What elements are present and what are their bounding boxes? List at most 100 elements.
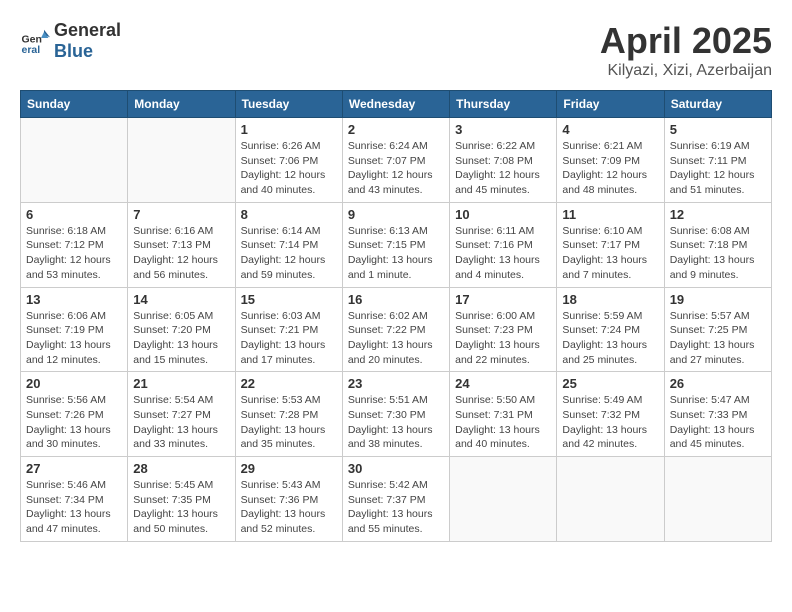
weekday-header-saturday: Saturday: [664, 91, 771, 118]
day-info: Sunrise: 5:42 AMSunset: 7:37 PMDaylight:…: [348, 478, 444, 537]
day-info: Sunrise: 6:18 AMSunset: 7:12 PMDaylight:…: [26, 224, 122, 283]
day-info: Sunrise: 6:11 AMSunset: 7:16 PMDaylight:…: [455, 224, 551, 283]
day-number: 12: [670, 207, 766, 222]
day-info: Sunrise: 6:13 AMSunset: 7:15 PMDaylight:…: [348, 224, 444, 283]
weekday-header-thursday: Thursday: [450, 91, 557, 118]
logo-text: General Blue: [54, 20, 121, 62]
day-info: Sunrise: 5:50 AMSunset: 7:31 PMDaylight:…: [455, 393, 551, 452]
day-info: Sunrise: 5:59 AMSunset: 7:24 PMDaylight:…: [562, 309, 658, 368]
day-info: Sunrise: 6:21 AMSunset: 7:09 PMDaylight:…: [562, 139, 658, 198]
calendar-cell: 7 Sunrise: 6:16 AMSunset: 7:13 PMDaylight…: [128, 202, 235, 287]
day-info: Sunrise: 6:22 AMSunset: 7:08 PMDaylight:…: [455, 139, 551, 198]
day-info: Sunrise: 5:46 AMSunset: 7:34 PMDaylight:…: [26, 478, 122, 537]
calendar-cell: 17 Sunrise: 6:00 AMSunset: 7:23 PMDayligh…: [450, 287, 557, 372]
day-number: 25: [562, 376, 658, 391]
day-info: Sunrise: 6:02 AMSunset: 7:22 PMDaylight:…: [348, 309, 444, 368]
day-number: 15: [241, 292, 337, 307]
calendar-cell: 13Sunrise: 6:06 AMSunset: 7:19 PMDayligh…: [21, 287, 128, 372]
weekday-header-monday: Monday: [128, 91, 235, 118]
calendar-cell: 3 Sunrise: 6:22 AMSunset: 7:08 PMDaylight…: [450, 118, 557, 203]
logo-blue: Blue: [54, 41, 93, 61]
calendar-cell: 19 Sunrise: 5:57 AMSunset: 7:25 PMDayligh…: [664, 287, 771, 372]
day-info: Sunrise: 6:14 AMSunset: 7:14 PMDaylight:…: [241, 224, 337, 283]
calendar-cell: 23Sunrise: 5:51 AMSunset: 7:30 PMDayligh…: [342, 372, 449, 457]
calendar-cell: 8 Sunrise: 6:14 AMSunset: 7:14 PMDaylight…: [235, 202, 342, 287]
day-info: Sunrise: 6:24 AMSunset: 7:07 PMDaylight:…: [348, 139, 444, 198]
calendar-cell: 30 Sunrise: 5:42 AMSunset: 7:37 PMDayligh…: [342, 457, 449, 542]
day-info: Sunrise: 6:16 AMSunset: 7:13 PMDaylight:…: [133, 224, 229, 283]
day-number: 2: [348, 122, 444, 137]
day-number: 14: [133, 292, 229, 307]
title-area: April 2025 Kilyazi, Xizi, Azerbaijan: [600, 20, 772, 80]
day-info: Sunrise: 5:47 AMSunset: 7:33 PMDaylight:…: [670, 393, 766, 452]
day-number: 1: [241, 122, 337, 137]
day-info: Sunrise: 5:56 AMSunset: 7:26 PMDaylight:…: [26, 393, 122, 452]
calendar-cell: 1 Sunrise: 6:26 AMSunset: 7:06 PMDaylight…: [235, 118, 342, 203]
day-number: 26: [670, 376, 766, 391]
logo-icon: Gen eral: [20, 26, 50, 56]
day-info: Sunrise: 6:06 AMSunset: 7:19 PMDaylight:…: [26, 309, 122, 368]
calendar-cell: 5Sunrise: 6:19 AMSunset: 7:11 PMDaylight…: [664, 118, 771, 203]
location-title: Kilyazi, Xizi, Azerbaijan: [600, 62, 772, 80]
calendar-cell: 10Sunrise: 6:11 AMSunset: 7:16 PMDayligh…: [450, 202, 557, 287]
calendar-cell: 21Sunrise: 5:54 AMSunset: 7:27 PMDayligh…: [128, 372, 235, 457]
day-number: 5: [670, 122, 766, 137]
day-info: Sunrise: 5:53 AMSunset: 7:28 PMDaylight:…: [241, 393, 337, 452]
day-number: 30: [348, 461, 444, 476]
day-number: 8: [241, 207, 337, 222]
calendar-cell: 14Sunrise: 6:05 AMSunset: 7:20 PMDayligh…: [128, 287, 235, 372]
svg-text:eral: eral: [22, 44, 41, 56]
day-info: Sunrise: 6:00 AMSunset: 7:23 PMDaylight:…: [455, 309, 551, 368]
calendar-cell: 22 Sunrise: 5:53 AMSunset: 7:28 PMDayligh…: [235, 372, 342, 457]
day-number: 29: [241, 461, 337, 476]
weekday-header-row: SundayMondayTuesdayWednesdayThursdayFrid…: [21, 91, 772, 118]
calendar-cell: [557, 457, 664, 542]
day-info: Sunrise: 5:57 AMSunset: 7:25 PMDaylight:…: [670, 309, 766, 368]
day-number: 7: [133, 207, 229, 222]
day-number: 4: [562, 122, 658, 137]
day-number: 27: [26, 461, 122, 476]
day-number: 24: [455, 376, 551, 391]
calendar-cell: [664, 457, 771, 542]
calendar-cell: 25Sunrise: 5:49 AMSunset: 7:32 PMDayligh…: [557, 372, 664, 457]
calendar-cell: 24 Sunrise: 5:50 AMSunset: 7:31 PMDayligh…: [450, 372, 557, 457]
calendar-cell: 12Sunrise: 6:08 AMSunset: 7:18 PMDayligh…: [664, 202, 771, 287]
logo: Gen eral General Blue: [20, 20, 121, 62]
day-number: 3: [455, 122, 551, 137]
calendar-week-row: 13Sunrise: 6:06 AMSunset: 7:19 PMDayligh…: [21, 287, 772, 372]
day-number: 19: [670, 292, 766, 307]
calendar-cell: 4 Sunrise: 6:21 AMSunset: 7:09 PMDaylight…: [557, 118, 664, 203]
page-header: Gen eral General Blue April 2025 Kilyazi…: [20, 20, 772, 80]
calendar-cell: 16 Sunrise: 6:02 AMSunset: 7:22 PMDayligh…: [342, 287, 449, 372]
calendar-week-row: 20Sunrise: 5:56 AMSunset: 7:26 PMDayligh…: [21, 372, 772, 457]
weekday-header-tuesday: Tuesday: [235, 91, 342, 118]
day-number: 16: [348, 292, 444, 307]
calendar-cell: 2 Sunrise: 6:24 AMSunset: 7:07 PMDaylight…: [342, 118, 449, 203]
calendar-week-row: 6 Sunrise: 6:18 AMSunset: 7:12 PMDaylight…: [21, 202, 772, 287]
calendar-cell: 27 Sunrise: 5:46 AMSunset: 7:34 PMDayligh…: [21, 457, 128, 542]
day-number: 23: [348, 376, 444, 391]
day-info: Sunrise: 6:03 AMSunset: 7:21 PMDaylight:…: [241, 309, 337, 368]
day-number: 28: [133, 461, 229, 476]
calendar-cell: [128, 118, 235, 203]
calendar-table: SundayMondayTuesdayWednesdayThursdayFrid…: [20, 90, 772, 542]
day-info: Sunrise: 5:54 AMSunset: 7:27 PMDaylight:…: [133, 393, 229, 452]
day-number: 17: [455, 292, 551, 307]
calendar-cell: [21, 118, 128, 203]
day-number: 6: [26, 207, 122, 222]
calendar-week-row: 1 Sunrise: 6:26 AMSunset: 7:06 PMDaylight…: [21, 118, 772, 203]
calendar-cell: [450, 457, 557, 542]
day-info: Sunrise: 6:26 AMSunset: 7:06 PMDaylight:…: [241, 139, 337, 198]
calendar-cell: 28 Sunrise: 5:45 AMSunset: 7:35 PMDayligh…: [128, 457, 235, 542]
day-number: 22: [241, 376, 337, 391]
month-title: April 2025: [600, 20, 772, 62]
day-info: Sunrise: 5:45 AMSunset: 7:35 PMDaylight:…: [133, 478, 229, 537]
day-info: Sunrise: 6:10 AMSunset: 7:17 PMDaylight:…: [562, 224, 658, 283]
day-number: 18: [562, 292, 658, 307]
weekday-header-wednesday: Wednesday: [342, 91, 449, 118]
calendar-cell: 9 Sunrise: 6:13 AMSunset: 7:15 PMDaylight…: [342, 202, 449, 287]
calendar-week-row: 27 Sunrise: 5:46 AMSunset: 7:34 PMDayligh…: [21, 457, 772, 542]
calendar-cell: 18 Sunrise: 5:59 AMSunset: 7:24 PMDayligh…: [557, 287, 664, 372]
day-number: 9: [348, 207, 444, 222]
calendar-cell: 26 Sunrise: 5:47 AMSunset: 7:33 PMDayligh…: [664, 372, 771, 457]
